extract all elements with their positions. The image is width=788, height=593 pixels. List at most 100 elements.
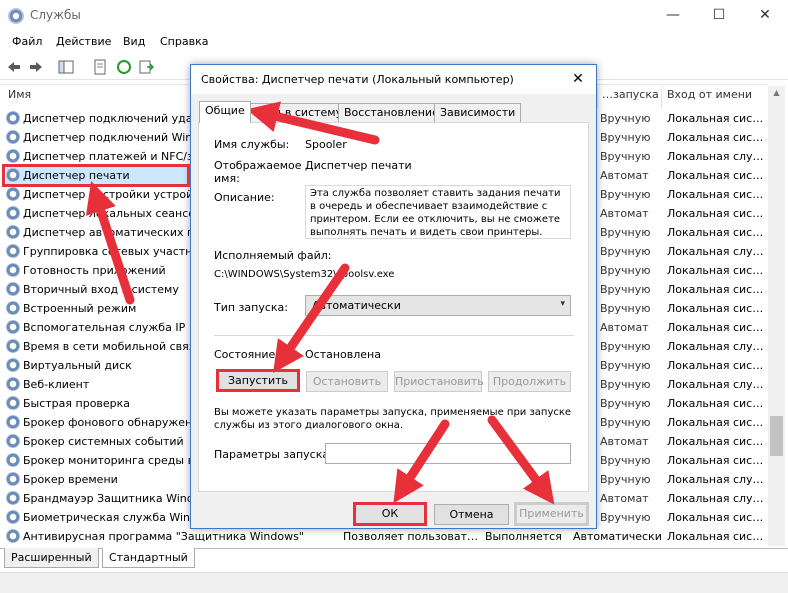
service-row[interactable]: Диспетчер автоматических п bbox=[6, 223, 206, 242]
service-gear-icon bbox=[6, 358, 20, 372]
service-row[interactable]: Брокер фонового обнаружен bbox=[6, 413, 206, 432]
close-button[interactable]: ✕ bbox=[742, 0, 788, 32]
logon-cell: Локальная сис… bbox=[667, 397, 764, 410]
export-list-icon[interactable] bbox=[138, 59, 154, 75]
resume-button[interactable]: Продолжить bbox=[488, 371, 571, 392]
logon-cell: Локальная сис… bbox=[667, 112, 764, 125]
scroll-up-icon[interactable]: ▲ bbox=[768, 88, 785, 97]
highlight-frame bbox=[2, 164, 190, 187]
params-input[interactable] bbox=[325, 443, 571, 464]
menu-action[interactable]: Действие bbox=[56, 35, 111, 48]
scrollbar-thumb[interactable] bbox=[770, 416, 783, 456]
minimize-button[interactable]: — bbox=[650, 0, 696, 32]
stop-button[interactable]: Остановить bbox=[306, 371, 388, 392]
service-gear-icon bbox=[6, 244, 20, 258]
service-row[interactable]: Готовность приложений bbox=[6, 261, 206, 280]
properties-icon[interactable] bbox=[92, 59, 108, 75]
service-row[interactable]: Встроенный режим bbox=[6, 299, 206, 318]
service-row[interactable]: Веб-клиент bbox=[6, 375, 206, 394]
service-row[interactable]: Время в сети мобильной связ bbox=[6, 337, 206, 356]
service-gear-icon bbox=[6, 206, 20, 220]
service-name: Встроенный режим bbox=[23, 302, 137, 315]
service-name: Брокер фонового обнаружен bbox=[23, 416, 193, 429]
logon-cell: Локальная сис… bbox=[667, 207, 764, 220]
logon-cell: Локальная сис… bbox=[667, 359, 764, 372]
status-bar bbox=[0, 572, 788, 593]
pause-button[interactable]: Приостановить bbox=[394, 371, 484, 392]
tab-recovery[interactable]: Восстановление bbox=[338, 103, 445, 123]
dialog-close-button[interactable]: ✕ bbox=[560, 65, 596, 94]
maximize-button[interactable]: ☐ bbox=[696, 0, 742, 32]
logon-cell: Локальная слу… bbox=[667, 150, 764, 163]
tab-general[interactable]: Общие bbox=[199, 101, 251, 123]
service-name: Брокер системных событий bbox=[23, 435, 184, 448]
service-row[interactable]: Диспетчер настройки устрой bbox=[6, 185, 206, 204]
service-row[interactable]: Диспетчер подключений Wind bbox=[6, 128, 206, 147]
service-row[interactable]: Биометрическая служба Windo bbox=[6, 508, 206, 527]
service-row[interactable]: Брандмауэр Защитника Windo bbox=[6, 489, 206, 508]
ok-button[interactable]: ОК bbox=[353, 502, 427, 526]
startup-type-label: Тип запуска: bbox=[214, 301, 288, 314]
service-row[interactable]: Вторичный вход в систему bbox=[6, 280, 206, 299]
apply-button[interactable]: Применить bbox=[514, 502, 589, 526]
tab-extended[interactable]: Расширенный bbox=[4, 548, 99, 568]
service-row[interactable]: Виртуальный диск bbox=[6, 356, 206, 375]
startup-cell: Вручную bbox=[600, 359, 651, 372]
service-row[interactable]: Вспомогательная служба IP bbox=[6, 318, 206, 337]
general-tab-panel: Имя службы: Spooler Отображаемое имя: Ди… bbox=[198, 122, 589, 492]
startup-cell: Вручную bbox=[600, 150, 651, 163]
service-row[interactable]: Быстрая проверка bbox=[6, 394, 206, 413]
column-header-logon[interactable]: Вход от имени bbox=[667, 88, 752, 108]
service-name: Диспетчер настройки устрой bbox=[23, 188, 194, 201]
startup-cell: Вручную bbox=[600, 283, 651, 296]
startup-type-select[interactable]: Автоматически ▾ bbox=[305, 295, 571, 316]
service-gear-icon bbox=[6, 529, 20, 543]
start-button[interactable]: Запустить bbox=[216, 369, 300, 392]
vertical-scrollbar[interactable]: ▲ bbox=[768, 86, 785, 546]
service-gear-icon bbox=[6, 263, 20, 277]
logon-cell: Локальная сис… bbox=[667, 131, 764, 144]
column-header-name[interactable]: Имя bbox=[8, 88, 31, 108]
menu-help[interactable]: Справка bbox=[160, 35, 208, 48]
column-divider bbox=[661, 86, 662, 108]
service-row[interactable]: Антивирусная программа "Защитника Window… bbox=[6, 527, 336, 546]
startup-type-value: Автоматически bbox=[312, 299, 401, 312]
menu-file[interactable]: Файл bbox=[12, 35, 42, 48]
startup-cell: Вручную bbox=[600, 226, 651, 239]
refresh-icon[interactable] bbox=[116, 59, 132, 75]
service-row[interactable]: Диспетчер подключений удал bbox=[6, 109, 206, 128]
service-name: Диспетчер автоматических п bbox=[23, 226, 195, 239]
column-header-startup[interactable]: …запуска bbox=[602, 88, 659, 108]
startup-cell: Автомат bbox=[600, 207, 649, 220]
service-row[interactable]: Брокер мониторинга среды вы bbox=[6, 451, 206, 470]
forward-arrow-icon[interactable] bbox=[28, 59, 44, 75]
service-name: Вспомогательная служба IP bbox=[23, 321, 186, 334]
status-value: Остановлена bbox=[305, 348, 381, 361]
service-row[interactable]: Группировка сетевых участни bbox=[6, 242, 206, 261]
service-gear-icon bbox=[6, 415, 20, 429]
startup-cell: Вручную bbox=[600, 340, 651, 353]
logon-cell: Локальная сис… bbox=[667, 302, 764, 315]
service-name: Диспетчер подключений Wind bbox=[23, 131, 200, 144]
startup-cell: Автомат bbox=[600, 169, 649, 182]
logon-cell: Локальная сис… bbox=[667, 264, 764, 277]
logon-cell: Локальная слу… bbox=[667, 492, 764, 505]
cancel-button[interactable]: Отмена bbox=[434, 504, 509, 525]
display-name-value: Диспетчер печати bbox=[305, 159, 412, 172]
params-label: Параметры запуска: bbox=[214, 448, 333, 461]
back-arrow-icon[interactable] bbox=[6, 59, 22, 75]
tab-dependencies[interactable]: Зависимости bbox=[434, 103, 522, 123]
menu-view[interactable]: Вид bbox=[123, 35, 145, 48]
window-title: Службы bbox=[30, 8, 81, 22]
tab-standard[interactable]: Стандартный bbox=[102, 548, 195, 568]
service-gear-icon bbox=[6, 472, 20, 486]
service-name: Быстрая проверка bbox=[23, 397, 131, 410]
service-row[interactable]: Брокер времени bbox=[6, 470, 206, 489]
console-tree-icon[interactable] bbox=[58, 59, 74, 75]
service-row[interactable]: Диспетчер локальных сеансо bbox=[6, 204, 206, 223]
service-name: Виртуальный диск bbox=[23, 359, 132, 372]
tab-logon[interactable]: Вход в систему bbox=[247, 103, 349, 123]
startup-cell: Вручную bbox=[600, 397, 651, 410]
service-row[interactable]: Брокер системных событий bbox=[6, 432, 206, 451]
startup-cell: Вручную bbox=[600, 131, 651, 144]
